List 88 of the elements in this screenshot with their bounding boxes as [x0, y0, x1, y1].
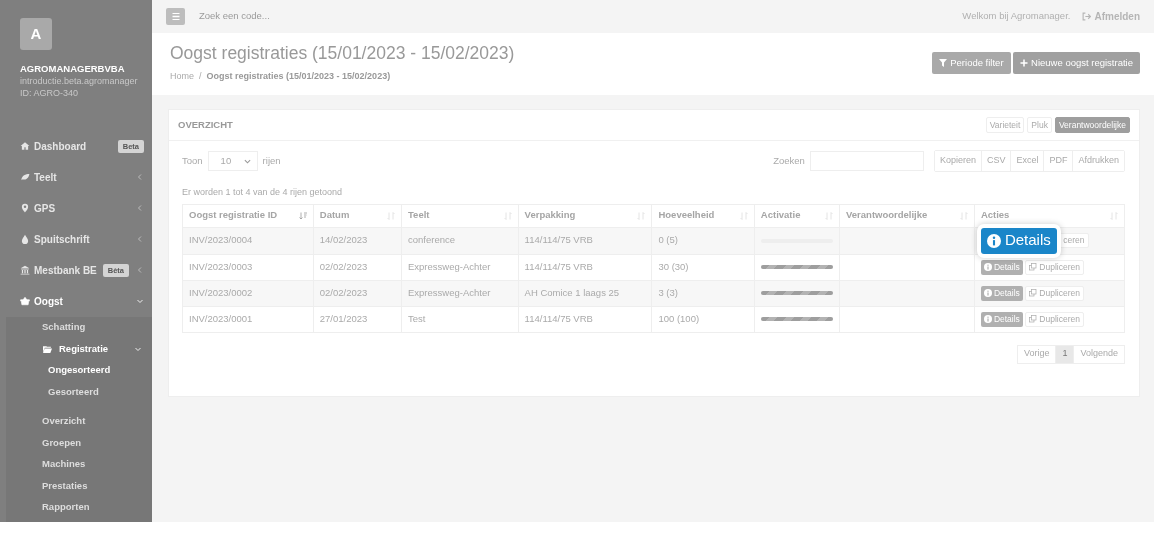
- date-cell: 14/02/2023: [319, 234, 368, 246]
- pagination-button[interactable]: 1: [1055, 344, 1075, 364]
- packaging-cell: 114/114/75 VRB: [524, 312, 593, 324]
- duplicate-button[interactable]: Dupliceren: [1025, 285, 1084, 301]
- column-header[interactable]: Acties: [980, 208, 1010, 223]
- submenu-item[interactable]: Machines: [6, 453, 152, 476]
- duplicate-button[interactable]: Dupliceren: [1025, 311, 1084, 327]
- crop-cell: Expressweg-Achter: [408, 260, 491, 272]
- home-icon: [20, 141, 30, 152]
- logo: A: [20, 18, 52, 50]
- duplicate-button[interactable]: Dupliceren: [1025, 259, 1084, 275]
- menu-item[interactable]: GPS: [0, 192, 152, 224]
- menu-item[interactable]: Teelt: [0, 161, 152, 193]
- packaging-cell: AH Comice 1 laags 25: [524, 286, 620, 298]
- plus-icon: [1020, 59, 1029, 67]
- menu-item[interactable]: Spuitschrift: [0, 223, 152, 255]
- submenu-item[interactable]: Overzicht: [6, 410, 152, 433]
- pagination-button[interactable]: Vorige: [1016, 344, 1057, 364]
- submenu-item[interactable]: Registratie: [6, 338, 152, 360]
- chevron-down-icon: [243, 157, 251, 165]
- rows-label: Toon: [182, 153, 203, 168]
- copy-icon: [1029, 315, 1038, 323]
- leaf-icon: [20, 172, 30, 183]
- breadcrumb-separator: /: [199, 70, 202, 83]
- search-label: Zoeken: [773, 153, 805, 168]
- breadcrumb-link[interactable]: Home: [170, 70, 194, 84]
- info-icon: [983, 263, 992, 271]
- submenu-item[interactable]: Prestaties: [6, 475, 152, 497]
- menu-item[interactable]: Oogst: [0, 285, 152, 317]
- page-title: Oogst registraties (15/01/2023 - 15/02/2023): [170, 43, 515, 64]
- menu-icon: [171, 13, 180, 20]
- search-field[interactable]: Zoek een code...: [197, 8, 397, 25]
- submenu-item[interactable]: Schatting: [6, 316, 152, 339]
- crop-cell: Expressweg-Achter: [408, 286, 491, 298]
- submenu-item[interactable]: Rapporten: [6, 496, 152, 519]
- account-id: ID: AGRO-340: [20, 87, 80, 99]
- details-button[interactable]: Details: [980, 259, 1023, 275]
- info-icon: [986, 233, 1001, 248]
- welcome-text: Welkom bij Agromanager.: [962, 9, 1071, 24]
- crop-cell: conference: [408, 234, 455, 246]
- date-cell: 02/02/2023: [319, 286, 368, 298]
- quantity-cell: 100 (100): [658, 312, 700, 324]
- column-header[interactable]: Teelt: [408, 208, 430, 223]
- submenu-item[interactable]: Ongesorteerd: [6, 359, 152, 382]
- details-button[interactable]: Details: [980, 285, 1023, 301]
- rows-label: rijen: [262, 153, 281, 168]
- view-toggle[interactable]: Pluk: [1027, 116, 1052, 134]
- packaging-cell: 114/114/75 VRB: [524, 260, 593, 272]
- filter-icon: [939, 59, 948, 67]
- logout-link[interactable]: Afmelden: [1082, 9, 1140, 24]
- export-button[interactable]: Afdrukken: [1072, 151, 1124, 171]
- bank-icon: [20, 265, 30, 276]
- view-toggle[interactable]: Varieteit: [985, 116, 1025, 134]
- info-icon: [983, 315, 992, 323]
- submenu-item[interactable]: Groepen: [6, 432, 152, 454]
- table-info: Er worden 1 tot 4 van de 4 rijen getoond: [182, 186, 344, 199]
- info-icon: [983, 289, 992, 297]
- menu-button[interactable]: [166, 8, 185, 25]
- filter-button[interactable]: Periode filter: [932, 52, 1011, 74]
- logout-icon: [1082, 12, 1092, 21]
- date-cell: 27/01/2023: [319, 312, 368, 324]
- date-cell: 02/02/2023: [319, 260, 368, 272]
- quantity-cell: 30 (30): [658, 260, 689, 272]
- id-cell: INV/2023/0001: [189, 312, 253, 324]
- quantity-cell: 3 (3): [658, 286, 678, 298]
- folder-icon: [42, 344, 53, 354]
- card-title: OVERZICHT: [178, 117, 233, 132]
- basket-icon: [20, 296, 30, 307]
- add-button[interactable]: Nieuwe oogst registratie: [1013, 52, 1140, 74]
- crop-cell: Test: [408, 312, 426, 324]
- breadcrumb-current: Oogst registraties (15/01/2023 - 15/02/2023): [206, 70, 391, 83]
- duplicate-button[interactable]: ceren: [1059, 233, 1089, 248]
- id-cell: INV/2023/0003: [189, 260, 253, 272]
- quantity-cell: 0 (5): [658, 234, 678, 246]
- copy-icon: [1029, 263, 1038, 271]
- copy-icon: [1029, 289, 1038, 297]
- pagination-button[interactable]: Volgende: [1073, 344, 1125, 364]
- company-name: AGROMANAGERBVBA: [20, 62, 126, 76]
- rows-select[interactable]: 10: [207, 151, 258, 171]
- id-cell: INV/2023/0002: [189, 286, 253, 298]
- drop-icon: [20, 234, 30, 245]
- view-toggle[interactable]: Verantwoordelijke: [1054, 116, 1130, 134]
- packaging-cell: 114/114/75 VRB: [524, 234, 593, 246]
- submenu-item[interactable]: Gesorteerd: [6, 381, 152, 403]
- map-pin-icon: [20, 203, 30, 214]
- details-button[interactable]: Details: [980, 311, 1023, 327]
- id-cell: INV/2023/0004: [189, 234, 253, 246]
- company-domain: introductie.beta.agromanager: [20, 76, 139, 88]
